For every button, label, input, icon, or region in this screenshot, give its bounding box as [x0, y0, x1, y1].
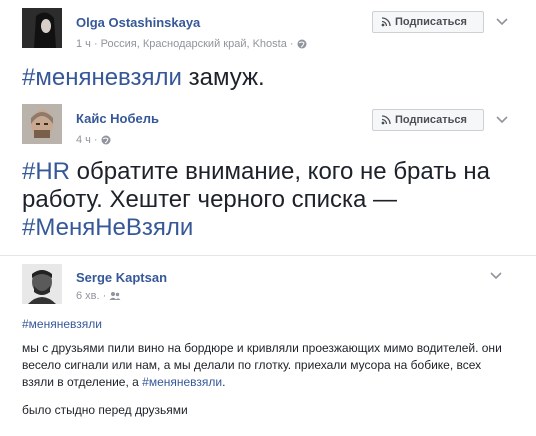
post-paragraph: мы с друзьями пили вино на бордюре и кри…: [22, 340, 512, 391]
post-serge: Serge Kaptsan 6 хв. · #меняневзяли мы с …: [0, 256, 536, 436]
post-meta: 1 ч · Россия, Краснодарский край, Khosta…: [76, 38, 307, 50]
subscribe-label: Подписаться: [395, 114, 467, 126]
post-paragraph: было стыдно перед друзьями: [22, 402, 512, 419]
post-text: #меняневзяли замуж.: [22, 64, 522, 92]
hashtag-link[interactable]: #меняневзяли: [142, 375, 222, 389]
friends-icon: [109, 292, 121, 300]
chevron-down-icon[interactable]: [490, 272, 502, 280]
post-paragraph-end: .: [222, 375, 226, 389]
post-paragraph-text: было стыдно перед друзьями: [22, 403, 188, 417]
subscribe-label: Подписаться: [395, 16, 467, 28]
hashtag-link[interactable]: #МеняНеВзяли: [22, 214, 193, 241]
author-name[interactable]: Кайс Нобель: [76, 111, 159, 126]
rss-icon: [381, 17, 391, 27]
rss-icon: [381, 115, 391, 125]
post-meta-text[interactable]: 1 ч · Россия, Краснодарский край, Khosta: [76, 38, 287, 50]
avatar[interactable]: [22, 8, 62, 48]
post-text-body: замуж.: [181, 64, 265, 91]
author-name[interactable]: Olga Ostashinskaya: [76, 15, 200, 30]
subscribe-button[interactable]: Подписаться: [372, 11, 484, 33]
post-kais: Кайс Нобель 4 ч · Подписаться #HR обрати…: [0, 96, 536, 256]
chevron-down-icon[interactable]: [496, 18, 508, 26]
hashtag-link[interactable]: #HR: [22, 158, 70, 185]
globe-icon: [297, 39, 306, 49]
hashtag-line: #меняневзяли: [22, 316, 102, 333]
post-meta: 4 ч ·: [76, 134, 111, 146]
avatar[interactable]: [22, 104, 62, 144]
avatar[interactable]: [22, 264, 62, 304]
chevron-down-icon[interactable]: [496, 116, 508, 124]
post-olga: Olga Ostashinskaya 1 ч · Россия, Краснод…: [0, 0, 536, 96]
post-paragraph-text: мы с друзьями пили вино на бордюре и кри…: [22, 341, 502, 389]
post-text-body: обратите внимание, кого не брать на рабо…: [22, 158, 490, 213]
post-meta: 6 хв. ·: [76, 290, 121, 302]
post-meta-text[interactable]: 4 ч: [76, 134, 91, 146]
post-meta-text[interactable]: 6 хв.: [76, 290, 100, 302]
hashtag-link[interactable]: #меняневзяли: [22, 64, 182, 91]
globe-icon: [101, 135, 111, 145]
author-name[interactable]: Serge Kaptsan: [76, 270, 167, 285]
post-text: #HR обратите внимание, кого не брать на …: [22, 158, 512, 242]
subscribe-button[interactable]: Подписаться: [372, 109, 484, 131]
hashtag-link[interactable]: #меняневзяли: [22, 317, 102, 331]
